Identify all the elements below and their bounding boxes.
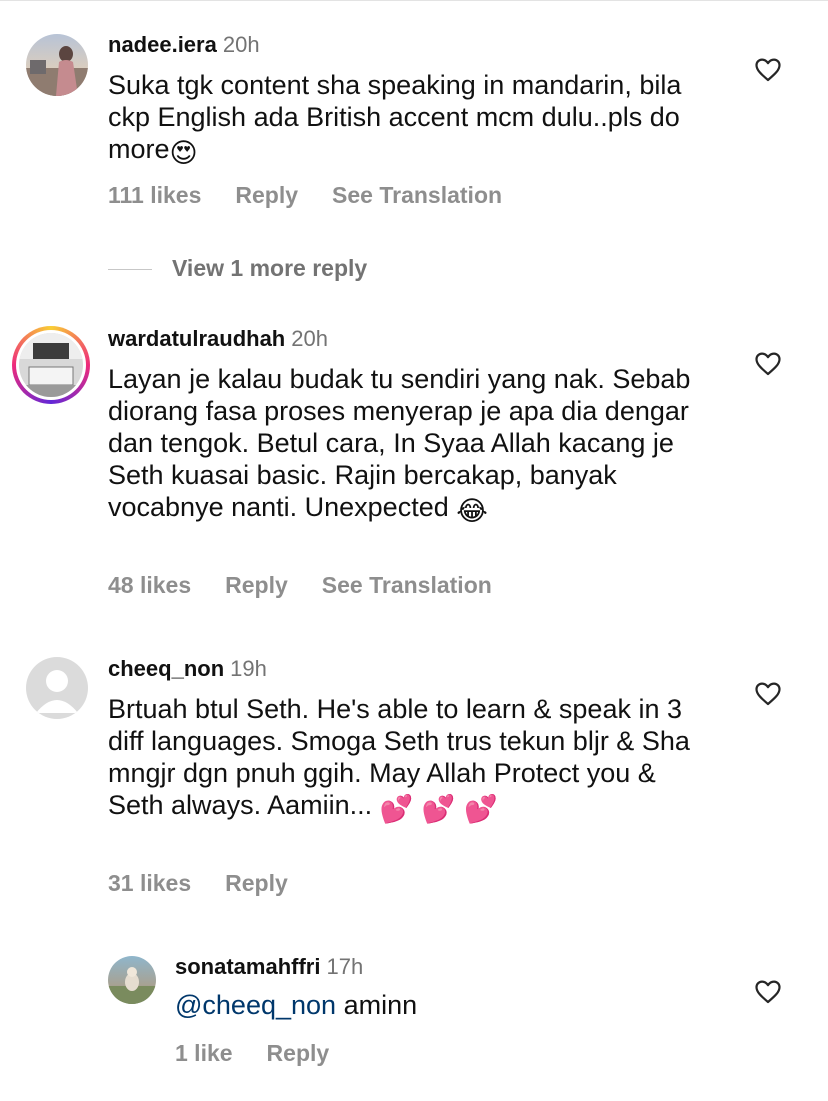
profile-photo-icon xyxy=(108,967,156,1004)
heart-eyes-emoji: 😍 xyxy=(169,138,198,169)
comment-text: Brtuah btul Seth. He's able to learn & s… xyxy=(108,694,690,825)
comment-text: @cheeq_non aminn xyxy=(175,990,418,1020)
comment-text: Suka tgk content sha speaking in mandari… xyxy=(108,70,682,169)
mention-link[interactable]: @cheeq_non xyxy=(175,990,336,1020)
avatar[interactable] xyxy=(26,34,88,96)
default-avatar-icon xyxy=(36,670,78,713)
comments-panel: nadee.iera 20h Suka tgk content sha speak… xyxy=(0,0,828,1101)
laughing-tears-emoji: 😂 xyxy=(456,496,488,527)
avatar[interactable] xyxy=(12,326,90,404)
comment-time: 19h xyxy=(230,656,267,681)
like-heart-icon[interactable] xyxy=(755,352,781,376)
like-heart-icon[interactable] xyxy=(755,980,781,1004)
profile-photo-icon xyxy=(19,333,83,397)
comment-time: 20h xyxy=(291,326,328,351)
comment-username[interactable]: sonatamahffri xyxy=(175,954,320,979)
reply-button[interactable]: Reply xyxy=(267,1040,330,1066)
likes-count[interactable]: 1 like xyxy=(175,1040,233,1066)
like-heart-icon[interactable] xyxy=(755,682,781,706)
comment-actions: 111 likes Reply See Translation xyxy=(108,181,536,209)
comment-actions: 1 like Reply xyxy=(175,1039,363,1067)
see-translation-button[interactable]: See Translation xyxy=(322,572,492,598)
see-translation-button[interactable]: See Translation xyxy=(332,182,502,208)
comment-time: 20h xyxy=(222,32,260,57)
comment-time: 17h xyxy=(326,954,364,979)
comment-username[interactable]: cheeq_non xyxy=(108,656,224,681)
two-hearts-emoji: 💕 💕 💕 xyxy=(379,794,498,825)
likes-count[interactable]: 48 likes xyxy=(108,572,191,598)
reply-button[interactable]: Reply xyxy=(225,870,288,896)
comment-username[interactable]: nadee.iera xyxy=(108,32,217,57)
avatar[interactable] xyxy=(108,956,156,1004)
comment-actions: 48 likes Reply See Translation xyxy=(108,571,526,599)
likes-count[interactable]: 31 likes xyxy=(108,870,191,896)
profile-photo-icon xyxy=(26,46,88,96)
like-heart-icon[interactable] xyxy=(755,58,781,82)
likes-count[interactable]: 111 likes xyxy=(108,182,201,208)
reply-button[interactable]: Reply xyxy=(225,572,288,598)
comment-text: Layan je kalau budak tu sendiri yang nak… xyxy=(108,364,691,527)
comment-username[interactable]: wardatulraudhah xyxy=(108,326,285,351)
view-more-replies-button[interactable]: View 1 more reply xyxy=(108,253,367,283)
reply-button[interactable]: Reply xyxy=(235,182,298,208)
divider-line xyxy=(108,269,152,271)
comment-actions: 31 likes Reply xyxy=(108,869,322,897)
avatar[interactable] xyxy=(26,657,88,719)
